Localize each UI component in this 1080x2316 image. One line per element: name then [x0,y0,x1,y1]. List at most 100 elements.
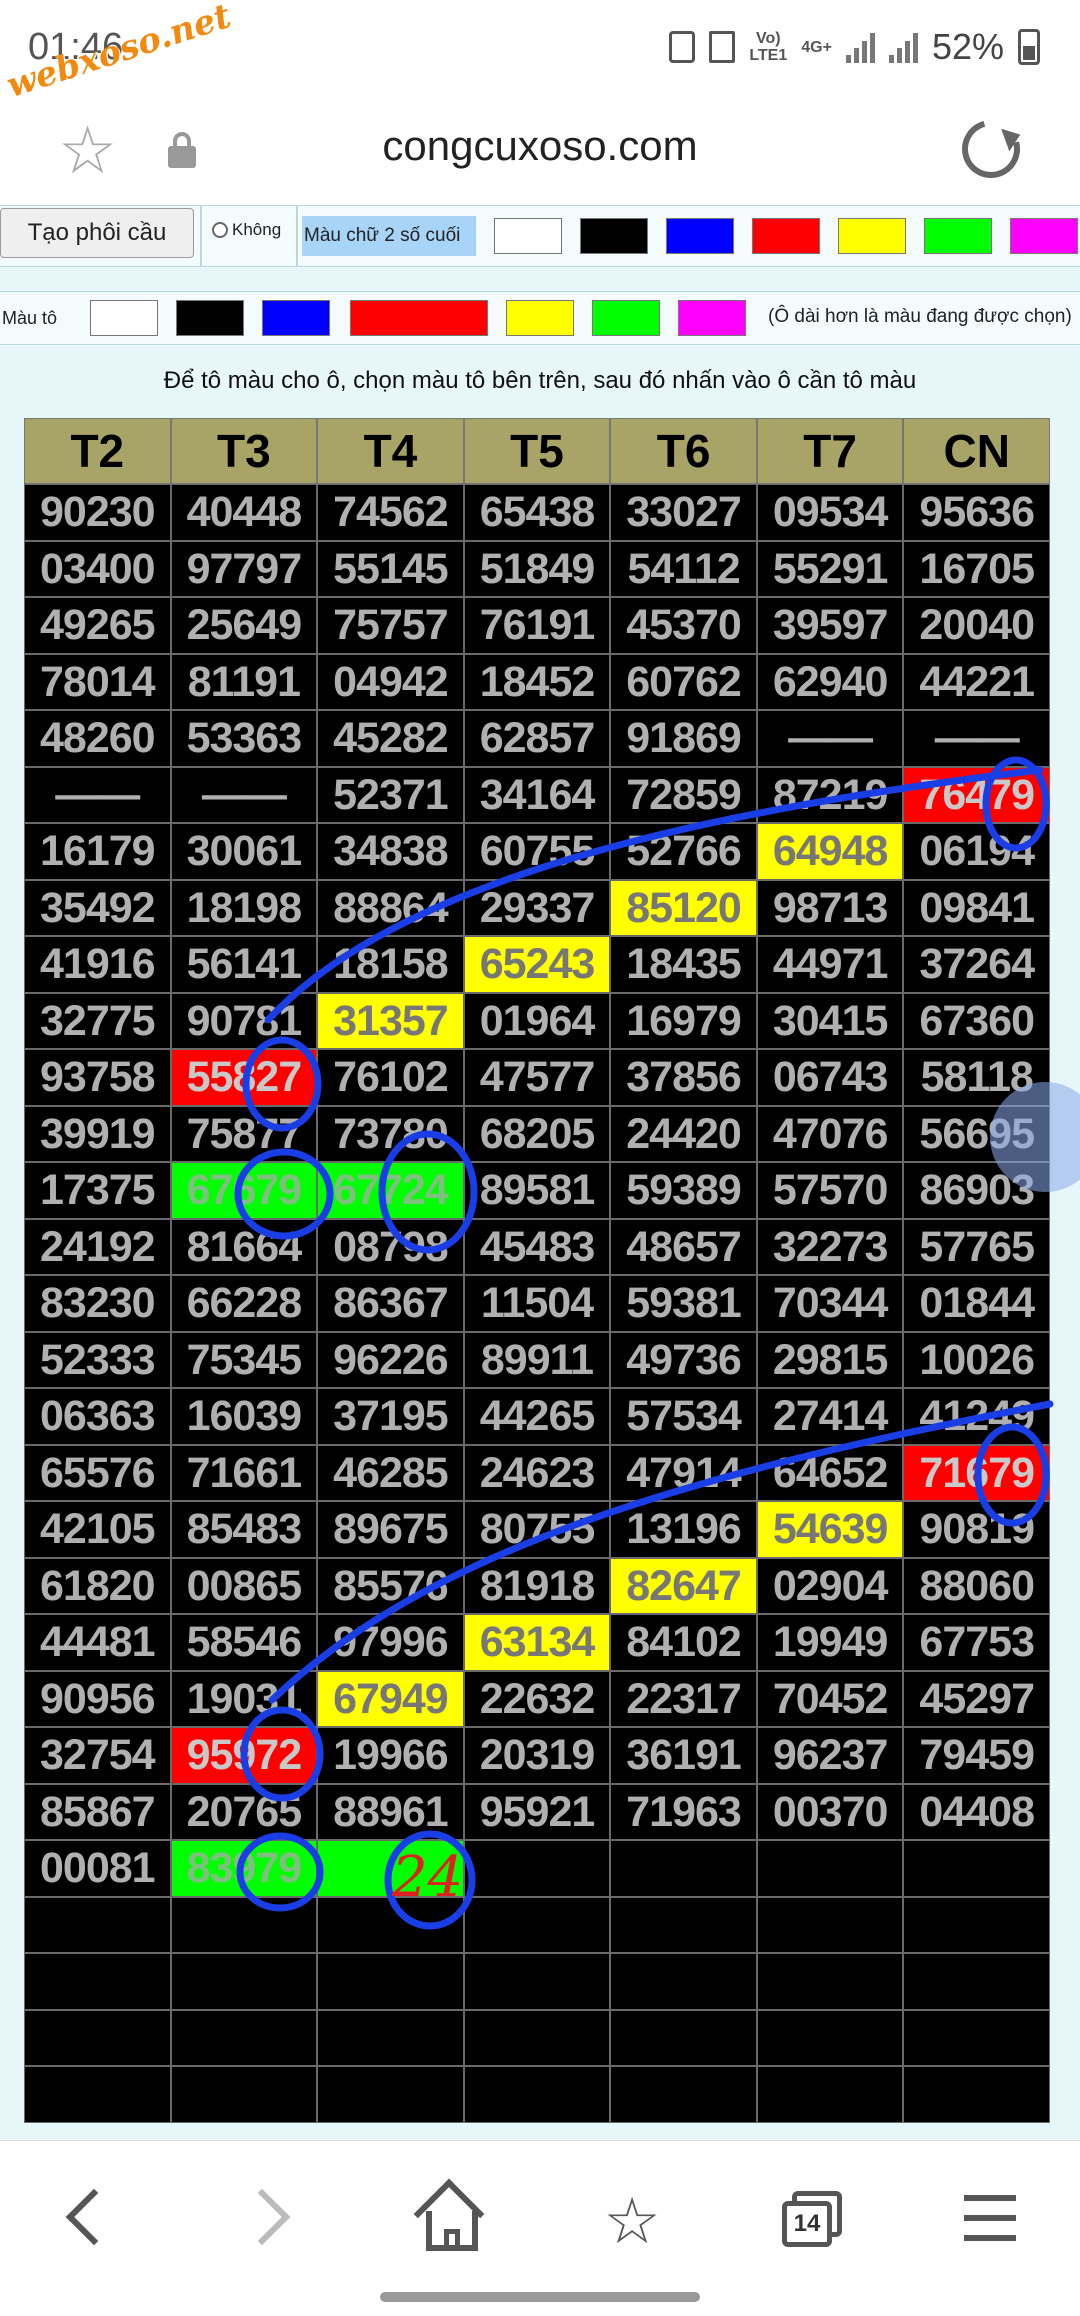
table-cell[interactable]: 55827 [170,1049,318,1106]
table-cell[interactable]: 34164 [463,766,611,823]
radio-circle[interactable] [212,222,228,238]
table-cell[interactable]: —— [756,710,904,767]
table-cell[interactable] [903,1953,1050,2010]
fill-color-swatch[interactable] [592,300,660,336]
table-cell[interactable]: 75757 [317,597,464,654]
table-cell[interactable] [170,2066,318,2123]
table-cell[interactable]: 47577 [463,1049,611,1106]
table-cell[interactable]: 27414 [756,1388,904,1445]
table-cell[interactable]: 20040 [903,597,1050,654]
table-cell[interactable] [170,2009,318,2066]
text-color-swatch[interactable] [838,218,906,254]
table-cell[interactable]: 96226 [317,1331,464,1388]
table-cell[interactable]: 68205 [463,1105,611,1162]
table-cell[interactable] [610,2009,757,2066]
forward-button[interactable] [230,2181,310,2261]
table-cell[interactable]: 52333 [24,1331,171,1388]
table-cell[interactable] [610,1840,757,1897]
table-cell[interactable]: 16705 [903,540,1050,597]
table-cell[interactable]: 83979 [170,1840,318,1897]
table-cell[interactable]: 95972 [170,1727,318,1784]
table-cell[interactable]: 01844 [903,1275,1050,1332]
table-cell[interactable]: 44481 [24,1614,171,1671]
table-cell[interactable]: 44221 [903,653,1050,710]
table-cell[interactable]: 00865 [170,1557,318,1614]
table-cell[interactable]: 16179 [24,823,171,880]
table-cell[interactable]: 46285 [317,1444,464,1501]
fill-color-swatch[interactable] [350,300,488,336]
table-cell[interactable]: 85120 [610,879,757,936]
table-cell[interactable]: 09534 [756,484,904,541]
fill-color-swatch[interactable] [678,300,746,336]
fill-color-swatch[interactable] [506,300,574,336]
table-cell[interactable]: 71661 [170,1444,318,1501]
table-cell[interactable]: 85867 [24,1783,171,1840]
table-cell[interactable]: 36191 [610,1727,757,1784]
table-cell[interactable] [317,1840,464,1897]
table-cell[interactable]: 90819 [903,1501,1050,1558]
table-cell[interactable]: 45297 [903,1670,1050,1727]
table-cell[interactable]: 84102 [610,1614,757,1671]
table-cell[interactable]: 58546 [170,1614,318,1671]
table-cell[interactable]: 02904 [756,1557,904,1614]
back-button[interactable] [48,2181,128,2261]
table-cell[interactable]: 49736 [610,1331,757,1388]
table-cell[interactable]: 76191 [463,597,611,654]
table-cell[interactable]: 37856 [610,1049,757,1106]
table-cell[interactable]: 67360 [903,992,1050,1049]
table-cell[interactable]: 08798 [317,1218,464,1275]
fill-color-swatch[interactable] [176,300,244,336]
table-cell[interactable]: 18452 [463,653,611,710]
table-cell[interactable]: 89675 [317,1501,464,1558]
table-cell[interactable]: 66228 [170,1275,318,1332]
table-cell[interactable]: 06363 [24,1388,171,1445]
table-cell[interactable] [903,1896,1050,1953]
table-cell[interactable]: 17375 [24,1162,171,1219]
table-cell[interactable]: 52766 [610,823,757,880]
table-cell[interactable]: 88864 [317,879,464,936]
table-cell[interactable] [170,1953,318,2010]
table-cell[interactable] [24,2066,171,2123]
table-cell[interactable]: 93758 [24,1049,171,1106]
table-cell[interactable]: 25649 [170,597,318,654]
table-cell[interactable]: 65576 [24,1444,171,1501]
table-cell[interactable] [756,2009,904,2066]
table-cell[interactable]: 60755 [463,823,611,880]
table-cell[interactable]: 76102 [317,1049,464,1106]
table-cell[interactable]: 67679 [170,1162,318,1219]
table-cell[interactable]: 48657 [610,1218,757,1275]
table-cell[interactable]: 85576 [317,1557,464,1614]
table-cell[interactable]: 59381 [610,1275,757,1332]
table-cell[interactable]: 81191 [170,653,318,710]
table-cell[interactable]: 24623 [463,1444,611,1501]
table-cell[interactable]: 03400 [24,540,171,597]
table-cell[interactable]: 41916 [24,936,171,993]
table-cell[interactable]: 97996 [317,1614,464,1671]
table-cell[interactable]: 59389 [610,1162,757,1219]
table-cell[interactable] [317,1953,464,2010]
table-cell[interactable]: 45483 [463,1218,611,1275]
table-cell[interactable]: 52371 [317,766,464,823]
table-cell[interactable] [610,2066,757,2123]
table-cell[interactable]: 64652 [756,1444,904,1501]
table-cell[interactable]: 47076 [756,1105,904,1162]
text-color-swatch[interactable] [580,218,648,254]
table-cell[interactable] [317,2009,464,2066]
table-cell[interactable] [463,1896,611,1953]
table-cell[interactable]: 90781 [170,992,318,1049]
table-cell[interactable]: 95921 [463,1783,611,1840]
table-cell[interactable] [756,1896,904,1953]
table-cell[interactable]: 19949 [756,1614,904,1671]
table-cell[interactable]: 83230 [24,1275,171,1332]
table-cell[interactable]: 11504 [463,1275,611,1332]
table-cell[interactable]: 09841 [903,879,1050,936]
table-cell[interactable]: 06743 [756,1049,904,1106]
table-cell[interactable]: 35492 [24,879,171,936]
table-cell[interactable]: 74562 [317,484,464,541]
table-cell[interactable]: 55145 [317,540,464,597]
table-cell[interactable]: 44971 [756,936,904,993]
table-cell[interactable]: 19031 [170,1670,318,1727]
table-cell[interactable]: 55291 [756,540,904,597]
table-cell[interactable] [170,1896,318,1953]
home-button[interactable] [412,2178,492,2261]
